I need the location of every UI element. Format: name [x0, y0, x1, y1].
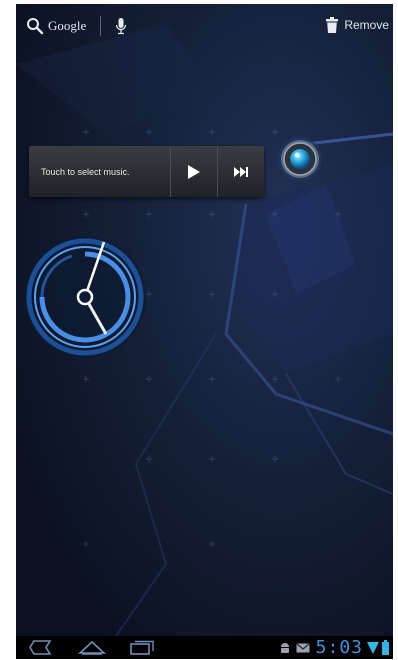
select-music-prompt[interactable]: Touch to select music. — [29, 167, 170, 177]
music-widget: Touch to select music. — [29, 146, 264, 197]
home-icon — [77, 640, 107, 655]
voice-search-button[interactable] — [115, 17, 127, 35]
recent-apps-button[interactable] — [129, 640, 155, 660]
android-debug-icon — [280, 642, 289, 653]
next-track-button[interactable] — [217, 146, 264, 197]
microphone-icon — [116, 18, 127, 35]
home-button[interactable] — [77, 640, 107, 660]
skip-next-icon — [234, 166, 248, 177]
back-icon — [29, 640, 52, 655]
status-area[interactable]: 5:03 — [279, 638, 389, 657]
back-button[interactable] — [28, 640, 52, 660]
home-screen: Google Remove Touch to select music. — [16, 4, 393, 636]
recent-apps-icon — [130, 640, 154, 655]
camera-icon — [278, 137, 322, 181]
topbar-divider — [100, 16, 102, 36]
google-search-bar[interactable]: Google — [26, 17, 86, 35]
gmail-icon — [295, 642, 310, 652]
clock-time: 5:03 — [315, 637, 363, 658]
system-bar: 5:03 — [16, 636, 393, 659]
wifi-icon — [367, 641, 379, 654]
battery-icon — [382, 640, 389, 655]
remove-label: Remove — [344, 18, 389, 32]
top-bar: Google Remove — [16, 4, 393, 48]
play-icon — [188, 164, 200, 179]
search-label: Google — [48, 18, 87, 33]
search-icon — [27, 18, 44, 35]
analog-clock-widget[interactable] — [22, 234, 148, 360]
camera-shortcut[interactable] — [277, 136, 323, 182]
trash-icon — [326, 17, 339, 33]
play-button[interactable] — [170, 146, 217, 197]
clock-face-icon — [24, 236, 146, 358]
remove-button[interactable]: Remove — [326, 17, 389, 33]
